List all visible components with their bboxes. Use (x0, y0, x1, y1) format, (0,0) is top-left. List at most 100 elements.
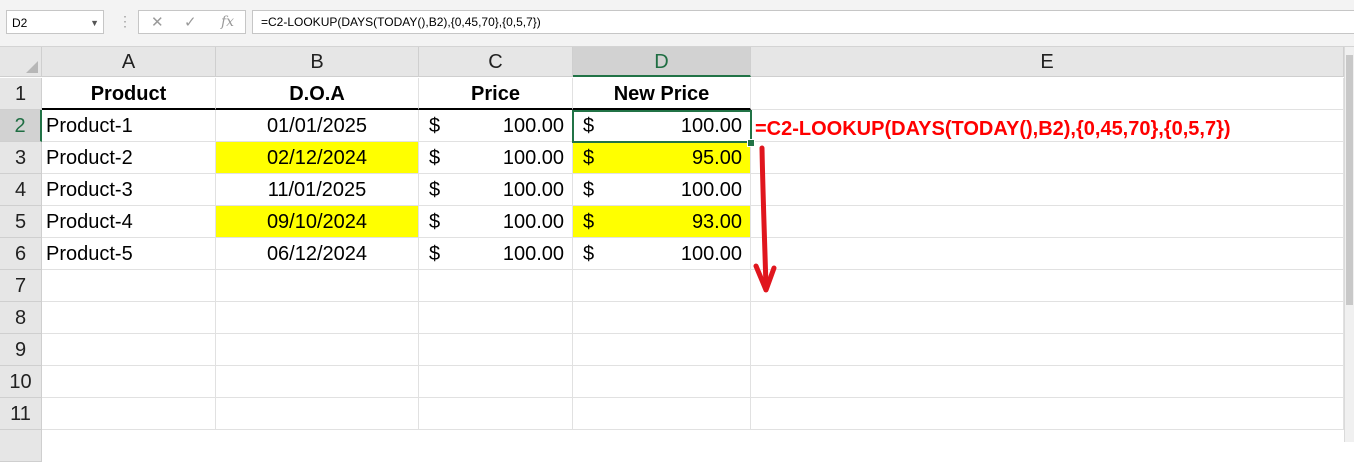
cell-price[interactable]: $100.00 (419, 238, 573, 270)
cell-product[interactable]: Product-1 (42, 110, 216, 142)
column-header-c[interactable]: C (419, 47, 573, 77)
row-header-10[interactable]: 10 (0, 366, 42, 398)
cell-empty[interactable] (419, 302, 573, 334)
cell-empty[interactable] (573, 334, 751, 366)
cell-product[interactable]: Product-3 (42, 174, 216, 206)
column-header-e[interactable]: E (751, 47, 1344, 77)
cell-empty[interactable] (42, 302, 216, 334)
cell-new-price[interactable]: $100.00 (573, 110, 751, 142)
currency-symbol: $ (583, 115, 595, 137)
cell-price[interactable]: $100.00 (419, 174, 573, 206)
cell-empty[interactable] (751, 78, 1344, 110)
header-price[interactable]: Price (419, 78, 573, 110)
price-value: 100.00 (502, 211, 564, 233)
chevron-down-icon[interactable]: ▼ (90, 11, 99, 35)
cell-empty[interactable] (216, 334, 419, 366)
cell-empty[interactable] (42, 270, 216, 302)
vertical-scrollbar[interactable] (1344, 47, 1354, 442)
cell-new-price[interactable]: $95.00 (573, 142, 751, 174)
row-header-8[interactable]: 8 (0, 302, 42, 334)
currency-symbol: $ (429, 115, 441, 137)
cell-product[interactable]: Product-5 (42, 238, 216, 270)
cell-empty[interactable] (751, 206, 1344, 238)
row-header-9[interactable]: 9 (0, 334, 42, 366)
row-header-4[interactable]: 4 (0, 174, 42, 206)
cell-empty[interactable] (573, 398, 751, 430)
formula-input[interactable]: =C2-LOOKUP(DAYS(TODAY(),B2),{0,45,70},{0… (252, 10, 1354, 34)
new-price-value: 95.00 (691, 147, 742, 169)
currency-symbol: $ (583, 211, 595, 233)
cell-new-price[interactable]: $100.00 (573, 238, 751, 270)
cell-price[interactable]: $100.00 (419, 206, 573, 238)
currency-symbol: $ (583, 147, 595, 169)
scrollbar-thumb[interactable] (1346, 55, 1353, 305)
cell-doa[interactable]: 02/12/2024 (216, 142, 419, 174)
new-price-value: 100.00 (680, 115, 742, 137)
cell-empty[interactable] (751, 270, 1344, 302)
row-header-1[interactable]: 1 (0, 78, 42, 110)
cell-empty[interactable] (216, 270, 419, 302)
currency-symbol: $ (429, 147, 441, 169)
cell-empty[interactable] (216, 366, 419, 398)
new-price-value: 100.00 (680, 179, 742, 201)
cell-empty[interactable] (751, 174, 1344, 206)
header-doa[interactable]: D.O.A (216, 78, 419, 110)
cell-empty[interactable] (419, 366, 573, 398)
cell-product[interactable]: Product-4 (42, 206, 216, 238)
select-all-button[interactable] (0, 47, 42, 77)
price-value: 100.00 (502, 179, 564, 201)
cell-empty[interactable] (751, 334, 1344, 366)
cell-empty[interactable] (216, 302, 419, 334)
cell-doa[interactable]: 11/01/2025 (216, 174, 419, 206)
cell-doa[interactable]: 06/12/2024 (216, 238, 419, 270)
cell-empty[interactable] (216, 398, 419, 430)
more-options-icon[interactable]: ⋮ (118, 12, 132, 30)
cell-empty[interactable] (573, 366, 751, 398)
header-new-price[interactable]: New Price (573, 78, 751, 110)
cancel-icon[interactable]: ✕ (151, 13, 164, 31)
cell-empty[interactable] (751, 238, 1344, 270)
cell-empty[interactable] (42, 398, 216, 430)
row-header-5[interactable]: 5 (0, 206, 42, 238)
cell-empty[interactable] (751, 302, 1344, 334)
cell-empty[interactable] (573, 302, 751, 334)
formula-bar: D2 ▼ ⋮ ✕ ✓ fx =C2-LOOKUP(DAYS(TODAY(),B2… (0, 0, 1354, 47)
cell-empty[interactable] (751, 142, 1344, 174)
price-value: 100.00 (502, 115, 564, 137)
row-header-3[interactable]: 3 (0, 142, 42, 174)
name-box-value: D2 (12, 16, 28, 30)
name-box[interactable]: D2 ▼ (6, 10, 104, 34)
row-header-7[interactable]: 7 (0, 270, 42, 302)
row-header-11[interactable]: 11 (0, 398, 42, 430)
cell-new-price[interactable]: $100.00 (573, 174, 751, 206)
cell-empty[interactable] (573, 270, 751, 302)
currency-symbol: $ (429, 211, 441, 233)
cell-product[interactable]: Product-2 (42, 142, 216, 174)
cell-empty[interactable] (751, 398, 1344, 430)
cell-price[interactable]: $100.00 (419, 142, 573, 174)
down-arrow-annotation (753, 145, 777, 293)
cell-doa[interactable]: 01/01/2025 (216, 110, 419, 142)
cell-empty[interactable] (419, 398, 573, 430)
cell-price[interactable]: $100.00 (419, 110, 573, 142)
currency-symbol: $ (583, 179, 595, 201)
column-header-a[interactable]: A (42, 47, 216, 77)
row-header-2[interactable]: 2 (0, 110, 42, 142)
currency-symbol: $ (583, 243, 595, 265)
column-header-b[interactable]: B (216, 47, 419, 77)
cell-empty[interactable] (42, 334, 216, 366)
row-header-6[interactable]: 6 (0, 238, 42, 270)
formula-annotation: =C2-LOOKUP(DAYS(TODAY(),B2),{0,45,70},{0… (755, 118, 1231, 140)
enter-icon[interactable]: ✓ (184, 13, 197, 31)
cell-empty[interactable] (751, 366, 1344, 398)
header-product[interactable]: Product (42, 78, 216, 110)
cell-empty[interactable] (419, 270, 573, 302)
cell-empty[interactable] (42, 366, 216, 398)
new-price-value: 100.00 (680, 243, 742, 265)
insert-function-icon[interactable]: fx (221, 14, 234, 30)
cell-doa[interactable]: 09/10/2024 (216, 206, 419, 238)
cell-empty[interactable] (419, 334, 573, 366)
cell-new-price[interactable]: $93.00 (573, 206, 751, 238)
column-header-d[interactable]: D (573, 47, 751, 77)
row-header-12[interactable] (0, 430, 42, 462)
